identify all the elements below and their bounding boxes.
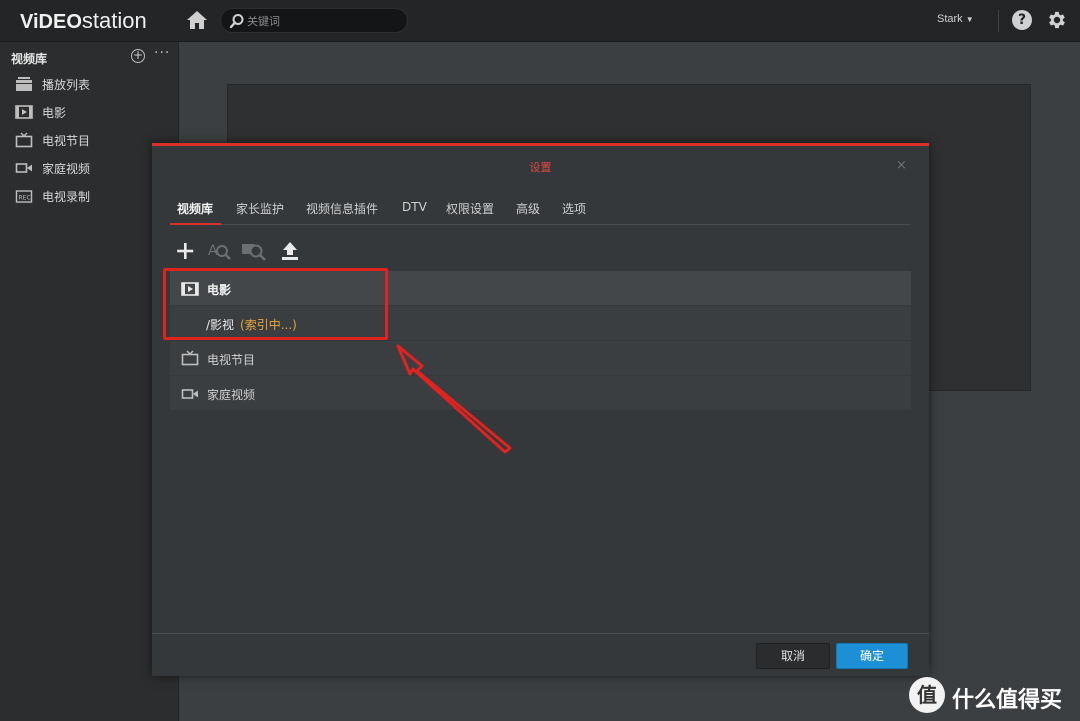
gear-icon[interactable] (1046, 9, 1068, 31)
tab-permissions[interactable]: 权限设置 (446, 200, 494, 217)
camera-icon (15, 160, 33, 176)
library-row-home-videos[interactable]: 家庭视频 (170, 376, 911, 410)
playlist-icon (15, 76, 33, 92)
sidebar-item-label: 电视节目 (42, 134, 91, 148)
watermark-logo: 值 (909, 677, 945, 713)
dialog-title: 设置 (529, 161, 552, 174)
ok-button[interactable]: 确定 (836, 643, 908, 669)
tab-metadata-plugin[interactable]: 视频信息插件 (306, 200, 378, 217)
home-icon[interactable] (186, 10, 208, 30)
search-icon (229, 13, 245, 29)
close-icon[interactable]: × (896, 158, 907, 173)
sidebar-item-label: 电视录制 (42, 190, 91, 204)
divider (998, 10, 999, 32)
tv-icon (181, 350, 199, 366)
tab-advanced[interactable]: 高级 (516, 200, 540, 217)
sidebar-item-label: 播放列表 (42, 78, 91, 92)
library-label: 电视节目 (207, 353, 256, 367)
search-box[interactable] (220, 8, 408, 33)
tab-parental-control[interactable]: 家长监护 (236, 200, 284, 217)
tab-dtv[interactable]: DTV (402, 200, 427, 214)
sidebar-title: 视频库 (11, 52, 48, 66)
footer-divider (152, 633, 929, 634)
watermark-text: 什么值得买 (952, 688, 1063, 713)
active-tab-indicator (170, 223, 221, 225)
add-icon[interactable] (175, 240, 195, 262)
search-image-icon[interactable] (241, 240, 267, 262)
add-library-button[interactable]: + (131, 49, 145, 63)
film-icon (15, 104, 33, 120)
sidebar-item-movies[interactable]: 电影 (0, 98, 178, 126)
more-options-button[interactable]: ··· (154, 45, 170, 61)
app-logo: ViDEOstation (20, 8, 147, 33)
help-icon[interactable]: ? (1012, 10, 1032, 30)
camera-icon (181, 386, 199, 400)
rec-icon: REC (15, 188, 33, 204)
search-input[interactable] (247, 12, 397, 30)
upload-icon[interactable] (280, 240, 300, 262)
sidebar-item-label: 电影 (42, 106, 67, 120)
library-row-tv-shows[interactable]: 电视节目 (170, 341, 911, 375)
svg-text:REC: REC (19, 195, 31, 202)
tab-video-library[interactable]: 视频库 (177, 200, 213, 217)
user-menu[interactable]: Stark ▼ (937, 13, 974, 25)
search-text-icon[interactable]: A (207, 240, 233, 262)
user-name: Stark (937, 13, 963, 25)
tv-icon (15, 132, 33, 148)
settings-dialog: 设置 × 视频库 家长监护 视频信息插件 DTV 权限设置 高级 选项 A 电影… (152, 143, 929, 676)
highlight-box (163, 268, 388, 340)
library-label: 家庭视频 (207, 388, 256, 402)
sidebar-item-playlist[interactable]: 播放列表 (0, 70, 178, 98)
settings-tabs: 视频库 家长监护 视频信息插件 DTV 权限设置 高级 选项 (170, 196, 911, 225)
cancel-button[interactable]: 取消 (756, 643, 830, 669)
chevron-down-icon: ▼ (965, 15, 974, 24)
tab-options[interactable]: 选项 (562, 200, 586, 217)
sidebar-item-label: 家庭视频 (42, 162, 91, 176)
top-bar: ViDEOstation Stark▼ ? (0, 0, 1080, 42)
